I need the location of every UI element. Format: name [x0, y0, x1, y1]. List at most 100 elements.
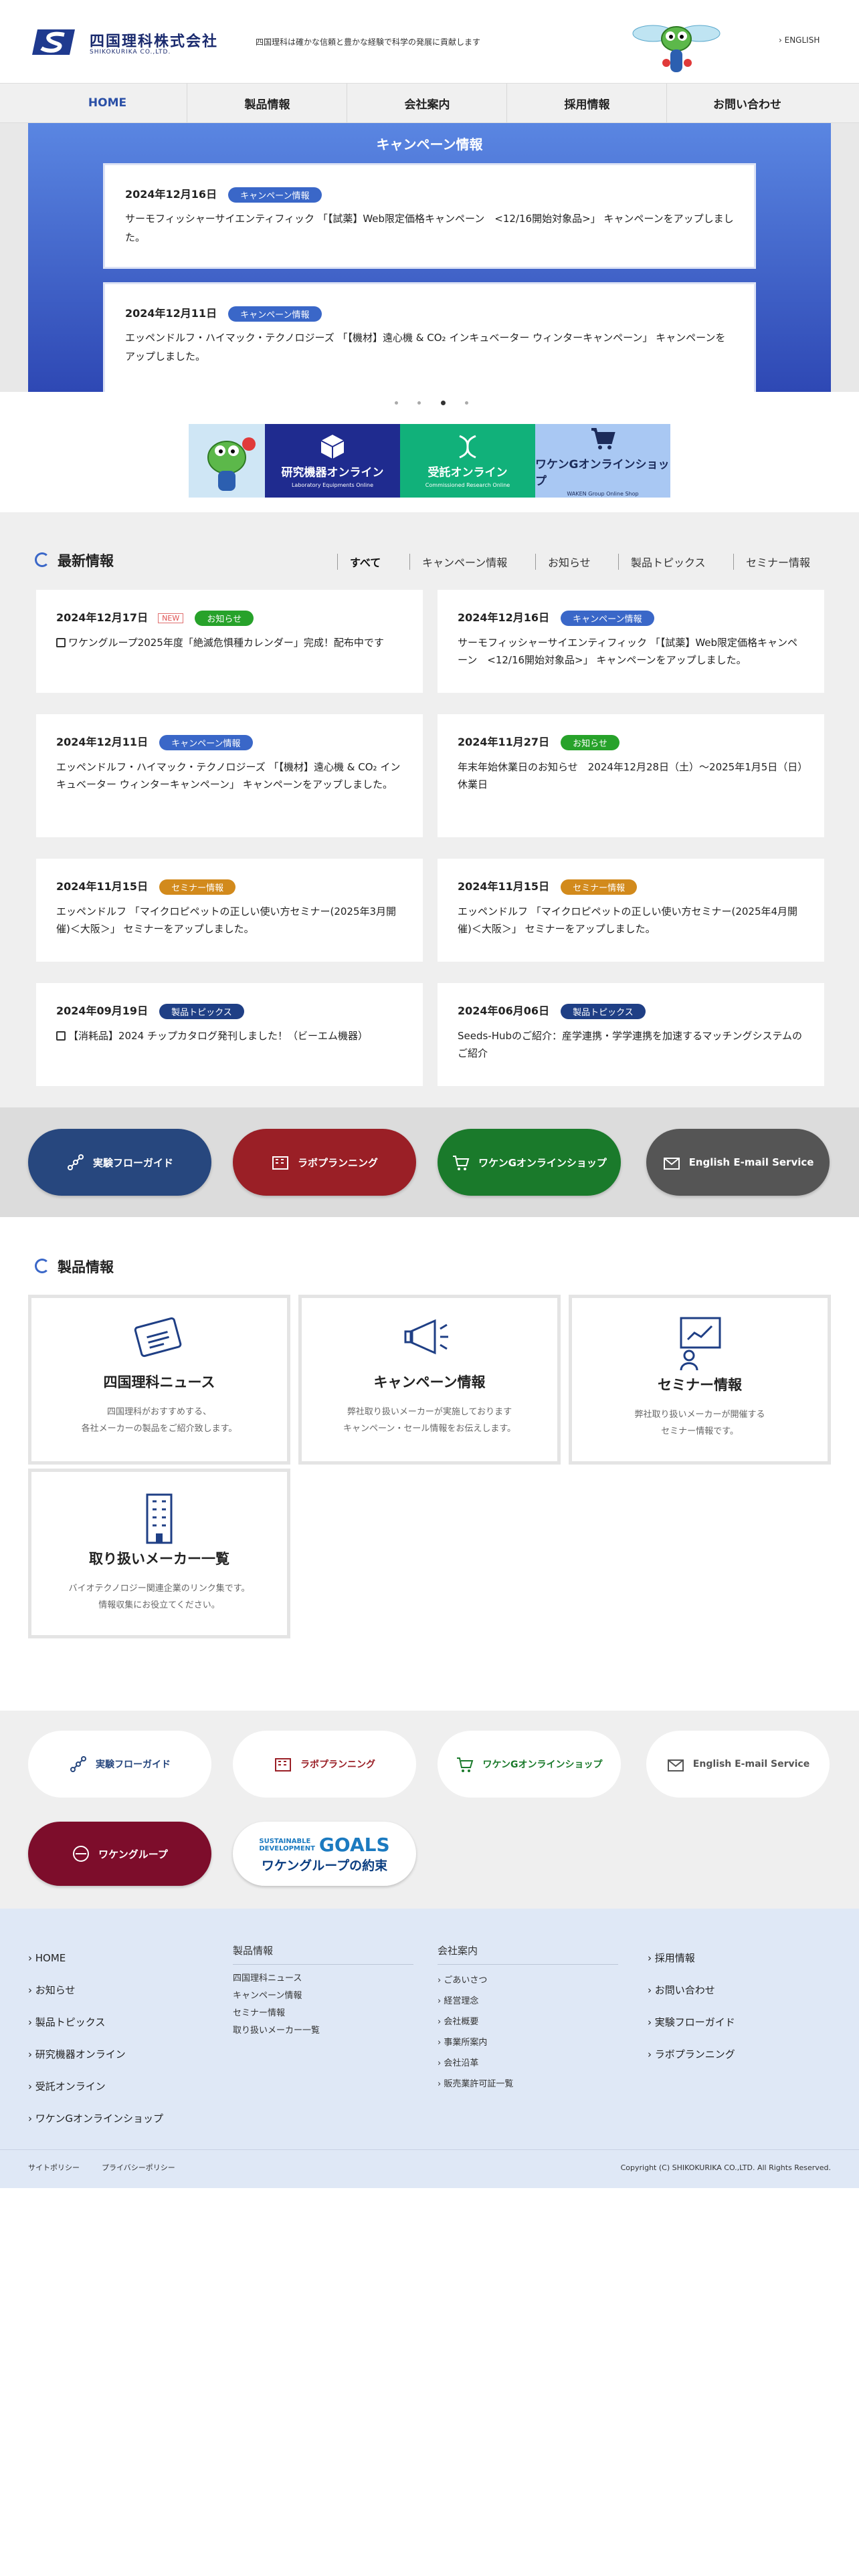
site-header: 四国理科株式会社 SHIKOKURIKA CO.,LTD. 四国理科は確かな信頼… — [0, 0, 859, 83]
nav-products[interactable]: 製品情報 — [188, 84, 347, 122]
footer-sublink[interactable]: セミナー情報 — [233, 2005, 413, 2022]
category-badge: お知らせ — [195, 611, 254, 626]
lab-planning-button[interactable]: ラボプランニング — [233, 1731, 416, 1798]
filter-seminar[interactable]: セミナー情報 — [733, 554, 810, 570]
campaign-card[interactable]: 2024年12月16日 キャンペーン情報 サーモフィッシャーサイエンティフィック… — [103, 163, 756, 269]
news-text: サーモフィッシャーサイエンティフィック 「【試薬】Web限定価格キャンペーン <… — [458, 637, 798, 666]
footer-sublink[interactable]: › ごあいさつ — [438, 1970, 618, 1991]
shop-lab-equipment-online[interactable]: 研究機器オンライン Laboratory Equipments Online — [265, 424, 400, 498]
goals-text: GOALS — [318, 1834, 390, 1856]
news-card[interactable]: 2024年11月15日 セミナー情報 エッペンドルフ 「マイクロピペットの正しい… — [36, 859, 423, 962]
product-card-campaign[interactable]: キャンペーン情報 弊社取り扱いメーカーが実施しております キャンペーン・セール情報… — [298, 1295, 561, 1465]
footer-link[interactable]: › 採用情報 — [648, 1942, 735, 1974]
company-logo-icon[interactable] — [32, 24, 80, 60]
sdgs-promise-button[interactable]: SUSTAINABLE DEVELOPMENT GOALS ワケングループの約束 — [233, 1822, 416, 1886]
footer-heading[interactable]: 製品情報 — [233, 1943, 413, 1965]
campaign-text: サーモフィッシャーサイエンティフィック 「【試薬】Web限定価格キャンペーン <… — [125, 213, 734, 243]
footer-link[interactable]: › ワケンGオンラインショップ — [28, 2103, 163, 2135]
news-date: 2024年11月15日 — [56, 880, 149, 893]
footer-link[interactable]: › HOME — [28, 1942, 163, 1974]
nav-recruit[interactable]: 採用情報 — [508, 84, 667, 122]
footer-sublink-label: 経営理念 — [444, 1996, 479, 2006]
footer-heading[interactable]: 会社案内 — [438, 1943, 618, 1965]
footer-sublink[interactable]: 取り扱いメーカー一覧 — [233, 2022, 413, 2040]
company-name[interactable]: 四国理科株式会社 — [90, 29, 218, 51]
news-card[interactable]: 2024年06月06日 製品トピックス Seeds-Hubのご紹介：産学連携・学… — [438, 983, 824, 1086]
filter-all[interactable]: すべて — [337, 554, 381, 570]
campaign-card[interactable]: 2024年12月11日 キャンペーン情報 エッペンドルフ・ハイマック・テクノロジ… — [103, 282, 756, 392]
flow-guide-button[interactable]: 実験フローガイド — [28, 1129, 211, 1196]
footer-link[interactable]: › お知らせ — [28, 1974, 163, 2006]
slider-dot-active[interactable] — [440, 400, 446, 405]
slider-dot[interactable] — [464, 401, 468, 405]
flow-guide-button[interactable]: 実験フローガイド — [28, 1731, 211, 1798]
footer-sublink[interactable]: › 経営理念 — [438, 1991, 618, 2012]
product-card-seminar[interactable]: セミナー情報 弊社取り扱いメーカーが開催する セミナー情報です。 — [569, 1295, 831, 1465]
news-card[interactable]: 2024年11月27日 お知らせ 年末年始休業日のお知らせ 2024年12月28… — [438, 714, 824, 837]
footer-link[interactable]: › ラボプランニング — [648, 2038, 735, 2070]
filter-product-topics[interactable]: 製品トピックス — [618, 554, 706, 570]
nav-company[interactable]: 会社案内 — [348, 84, 507, 122]
cube-icon — [320, 435, 345, 459]
button-label: ラボプランニング — [297, 1156, 378, 1169]
slider-dot[interactable] — [395, 401, 398, 405]
shop-commissioned-online[interactable]: 受託オンライン Commissioned Research Online — [400, 424, 535, 498]
footer-sublink[interactable]: › 会社沿革 — [438, 2053, 618, 2074]
copyright-bar: サイトポリシー プライバシーポリシー Copyright (C) SHIKOKU… — [0, 2149, 859, 2188]
footer-link-label: ワケンGオンラインショップ — [35, 2113, 163, 2125]
news-text: ワケングループ2025年度「絶滅危惧種カレンダー」完成！配布中です — [68, 637, 384, 649]
category-badge: お知らせ — [561, 735, 619, 750]
news-card[interactable]: 2024年09月19日 製品トピックス 【消耗品】2024 チップカタログ発刊し… — [36, 983, 423, 1086]
network-icon — [70, 1756, 86, 1772]
category-badge: キャンペーン情報 — [561, 611, 654, 626]
button-label: English E-mail Service — [688, 1156, 814, 1168]
dna-icon — [459, 435, 476, 459]
news-title: 最新情報 — [58, 553, 114, 569]
footer-link[interactable]: › 受託オンライン — [28, 2070, 163, 2103]
filter-news[interactable]: お知らせ — [535, 554, 591, 570]
document-icon — [56, 1031, 66, 1041]
waken-shop-button[interactable]: ワケンGオンラインショップ — [438, 1129, 621, 1196]
footer-sublink[interactable]: キャンペーン情報 — [233, 1988, 413, 2005]
footer-link[interactable]: › 研究機器オンライン — [28, 2038, 163, 2070]
slider-dot[interactable] — [417, 401, 421, 405]
news-card[interactable]: 2024年12月11日 キャンペーン情報 エッペンドルフ・ハイマック・テクノロジ… — [36, 714, 423, 837]
mascot-frog-icon[interactable] — [189, 424, 265, 498]
waken-shop-button[interactable]: ワケンGオンラインショップ — [438, 1731, 621, 1798]
document-icon — [56, 638, 66, 647]
filter-campaign[interactable]: キャンペーン情報 — [409, 554, 507, 570]
footer-sublink[interactable]: 四国理科ニュース — [233, 1970, 413, 1988]
waken-logo-icon — [73, 1846, 90, 1862]
slider-side-left — [0, 123, 28, 392]
news-text: エッペンドルフ・ハイマック・テクノロジーズ 「【機材】遠心機 & CO₂ インキ… — [56, 761, 401, 790]
language-switch-link[interactable]: › ENGLISH — [779, 35, 820, 45]
news-card[interactable]: 2024年12月16日 キャンペーン情報 サーモフィッシャーサイエンティフィック… — [438, 590, 824, 693]
news-card[interactable]: 2024年11月15日 セミナー情報 エッペンドルフ 「マイクロピペットの正しい… — [438, 859, 824, 962]
news-card[interactable]: 2024年12月17日 NEW お知らせ ワケングループ2025年度「絶滅危惧種… — [36, 590, 423, 693]
button-label: 実験フローガイド — [92, 1156, 173, 1169]
footer-link[interactable]: › 実験フローガイド — [648, 2006, 735, 2038]
shop-subtitle: Laboratory Equipments Online — [291, 482, 374, 488]
waken-group-button[interactable]: ワケングループ — [28, 1822, 211, 1886]
site-policy-link[interactable]: サイトポリシー — [28, 2162, 80, 2173]
lab-planning-button[interactable]: ラボプランニング — [233, 1129, 416, 1196]
shop-waken-online[interactable]: ワケンGオンラインショップ WAKEN Group Online Shop — [535, 424, 670, 498]
english-email-button[interactable]: English E-mail Service — [646, 1731, 830, 1798]
footer-sublink[interactable]: › 販売業許可証一覧 — [438, 2074, 618, 2095]
product-card-news[interactable]: 四国理科ニュース 四国理科がおすすめする、 各社メーカーの製品をご紹介致します。 — [28, 1295, 290, 1465]
footer-col-2: 製品情報 四国理科ニュース キャンペーン情報 セミナー情報 取り扱いメーカー一覧 — [233, 1943, 413, 2040]
footer-link[interactable]: › 製品トピックス — [28, 2006, 163, 2038]
nav-home[interactable]: HOME — [28, 84, 187, 122]
product-card-makers[interactable]: 取り扱いメーカー一覧 バイオテクノロジー関連企業のリンク集です。 情報収集にお役立… — [28, 1469, 290, 1638]
sdgs-word: DEVELOPMENT — [259, 1844, 315, 1852]
card-title: 四国理科ニュース — [103, 1374, 215, 1390]
shop-subtitle: Commissioned Research Online — [425, 482, 510, 488]
english-email-button[interactable]: English E-mail Service — [646, 1129, 830, 1196]
footer-sublink[interactable]: › 事業所案内 — [438, 2032, 618, 2053]
nav-contact[interactable]: お問い合わせ — [668, 84, 827, 122]
button-label: ワケンGオンラインショップ — [482, 1759, 603, 1770]
footer-sublink[interactable]: › 会社概要 — [438, 2012, 618, 2032]
footer-sublink-label: 事業所案内 — [444, 2038, 488, 2048]
privacy-policy-link[interactable]: プライバシーポリシー — [102, 2162, 175, 2173]
footer-link[interactable]: › お問い合わせ — [648, 1974, 735, 2006]
